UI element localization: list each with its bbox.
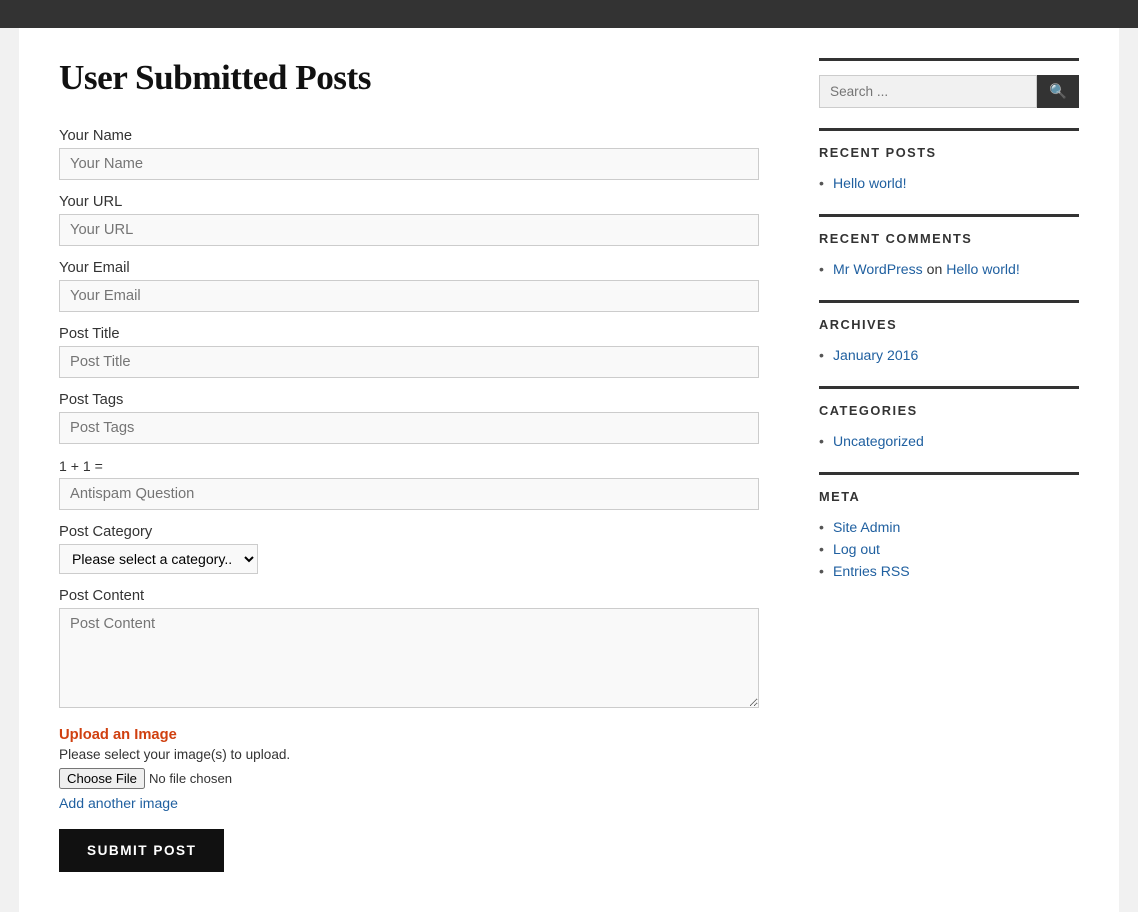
recent-comments-divider bbox=[819, 214, 1079, 217]
list-item: January 2016 bbox=[819, 344, 1079, 366]
post-tags-input[interactable] bbox=[59, 412, 759, 444]
email-group: Your Email bbox=[59, 260, 759, 312]
comment-author-link[interactable]: Mr WordPress bbox=[833, 261, 923, 277]
comment-on-text: on bbox=[927, 261, 947, 277]
meta-title: META bbox=[819, 489, 1079, 504]
upload-desc: Please select your image(s) to upload. bbox=[59, 747, 759, 762]
categories-title: CATEGORIES bbox=[819, 403, 1079, 418]
email-label: Your Email bbox=[59, 260, 759, 276]
upload-section: Upload an Image Please select your image… bbox=[59, 727, 759, 829]
post-title-input[interactable] bbox=[59, 346, 759, 378]
categories-section: CATEGORIES Uncategorized bbox=[819, 386, 1079, 452]
search-divider bbox=[819, 58, 1079, 61]
recent-comments-section: RECENT COMMENTS Mr WordPress on Hello wo… bbox=[819, 214, 1079, 280]
content-group: Post Content bbox=[59, 588, 759, 713]
archives-divider bbox=[819, 300, 1079, 303]
file-input-row bbox=[59, 768, 759, 789]
submit-button[interactable]: SUBMIT POST bbox=[59, 829, 224, 872]
submit-section: SUBMIT POST bbox=[59, 829, 759, 872]
meta-divider bbox=[819, 472, 1079, 475]
recent-posts-title: RECENT POSTS bbox=[819, 145, 1079, 160]
meta-site-admin-link[interactable]: Site Admin bbox=[833, 519, 900, 535]
list-item: Site Admin bbox=[819, 516, 1079, 538]
antispam-input[interactable] bbox=[59, 478, 759, 510]
url-label: Your URL bbox=[59, 194, 759, 210]
comment-item: Mr WordPress on Hello world! bbox=[819, 258, 1079, 280]
email-input[interactable] bbox=[59, 280, 759, 312]
page-wrapper: User Submitted Posts Your Name Your URL … bbox=[19, 28, 1119, 912]
add-another-link[interactable]: Add another image bbox=[59, 795, 178, 811]
post-tags-group: Post Tags bbox=[59, 392, 759, 444]
archives-section: ARCHIVES January 2016 bbox=[819, 300, 1079, 366]
content-label: Post Content bbox=[59, 588, 759, 604]
archive-link[interactable]: January 2016 bbox=[833, 347, 918, 363]
meta-logout-link[interactable]: Log out bbox=[833, 541, 880, 557]
recent-posts-divider bbox=[819, 128, 1079, 131]
meta-section: META Site Admin Log out Entries RSS bbox=[819, 472, 1079, 582]
category-link[interactable]: Uncategorized bbox=[833, 433, 924, 449]
category-select[interactable]: Please select a category.. bbox=[59, 544, 258, 574]
category-label: Post Category bbox=[59, 524, 759, 540]
top-bar bbox=[0, 0, 1138, 28]
antispam-label: 1 + 1 = bbox=[59, 458, 759, 474]
upload-title: Upload an Image bbox=[59, 727, 759, 743]
recent-posts-list: Hello world! bbox=[819, 172, 1079, 194]
name-input[interactable] bbox=[59, 148, 759, 180]
main-content: User Submitted Posts Your Name Your URL … bbox=[59, 58, 759, 872]
categories-divider bbox=[819, 386, 1079, 389]
submit-post-form: Your Name Your URL Your Email Post Title bbox=[59, 128, 759, 872]
page-title: User Submitted Posts bbox=[59, 58, 759, 98]
list-item: Log out bbox=[819, 538, 1079, 560]
recent-post-link[interactable]: Hello world! bbox=[833, 175, 907, 191]
file-input[interactable] bbox=[59, 768, 307, 789]
post-title-group: Post Title bbox=[59, 326, 759, 378]
post-title-label: Post Title bbox=[59, 326, 759, 342]
meta-entries-rss-link[interactable]: Entries RSS bbox=[833, 563, 910, 579]
categories-list: Uncategorized bbox=[819, 430, 1079, 452]
url-group: Your URL bbox=[59, 194, 759, 246]
antispam-group: 1 + 1 = bbox=[59, 458, 759, 510]
category-group: Post Category Please select a category.. bbox=[59, 524, 759, 574]
list-item: Hello world! bbox=[819, 172, 1079, 194]
sidebar: 🔍 RECENT POSTS Hello world! RECENT COMME… bbox=[819, 58, 1079, 872]
content-textarea[interactable] bbox=[59, 608, 759, 708]
recent-posts-section: RECENT POSTS Hello world! bbox=[819, 128, 1079, 194]
name-group: Your Name bbox=[59, 128, 759, 180]
search-button[interactable]: 🔍 bbox=[1037, 75, 1079, 108]
post-tags-label: Post Tags bbox=[59, 392, 759, 408]
search-input[interactable] bbox=[819, 75, 1037, 108]
meta-list: Site Admin Log out Entries RSS bbox=[819, 516, 1079, 582]
archives-title: ARCHIVES bbox=[819, 317, 1079, 332]
search-icon: 🔍 bbox=[1049, 84, 1067, 100]
comment-post-link[interactable]: Hello world! bbox=[946, 261, 1020, 277]
search-section: 🔍 bbox=[819, 58, 1079, 108]
search-row: 🔍 bbox=[819, 75, 1079, 108]
list-item: Entries RSS bbox=[819, 560, 1079, 582]
layout: User Submitted Posts Your Name Your URL … bbox=[59, 58, 1079, 872]
url-input[interactable] bbox=[59, 214, 759, 246]
list-item: Uncategorized bbox=[819, 430, 1079, 452]
archives-list: January 2016 bbox=[819, 344, 1079, 366]
name-label: Your Name bbox=[59, 128, 759, 144]
recent-comments-title: RECENT COMMENTS bbox=[819, 231, 1079, 246]
